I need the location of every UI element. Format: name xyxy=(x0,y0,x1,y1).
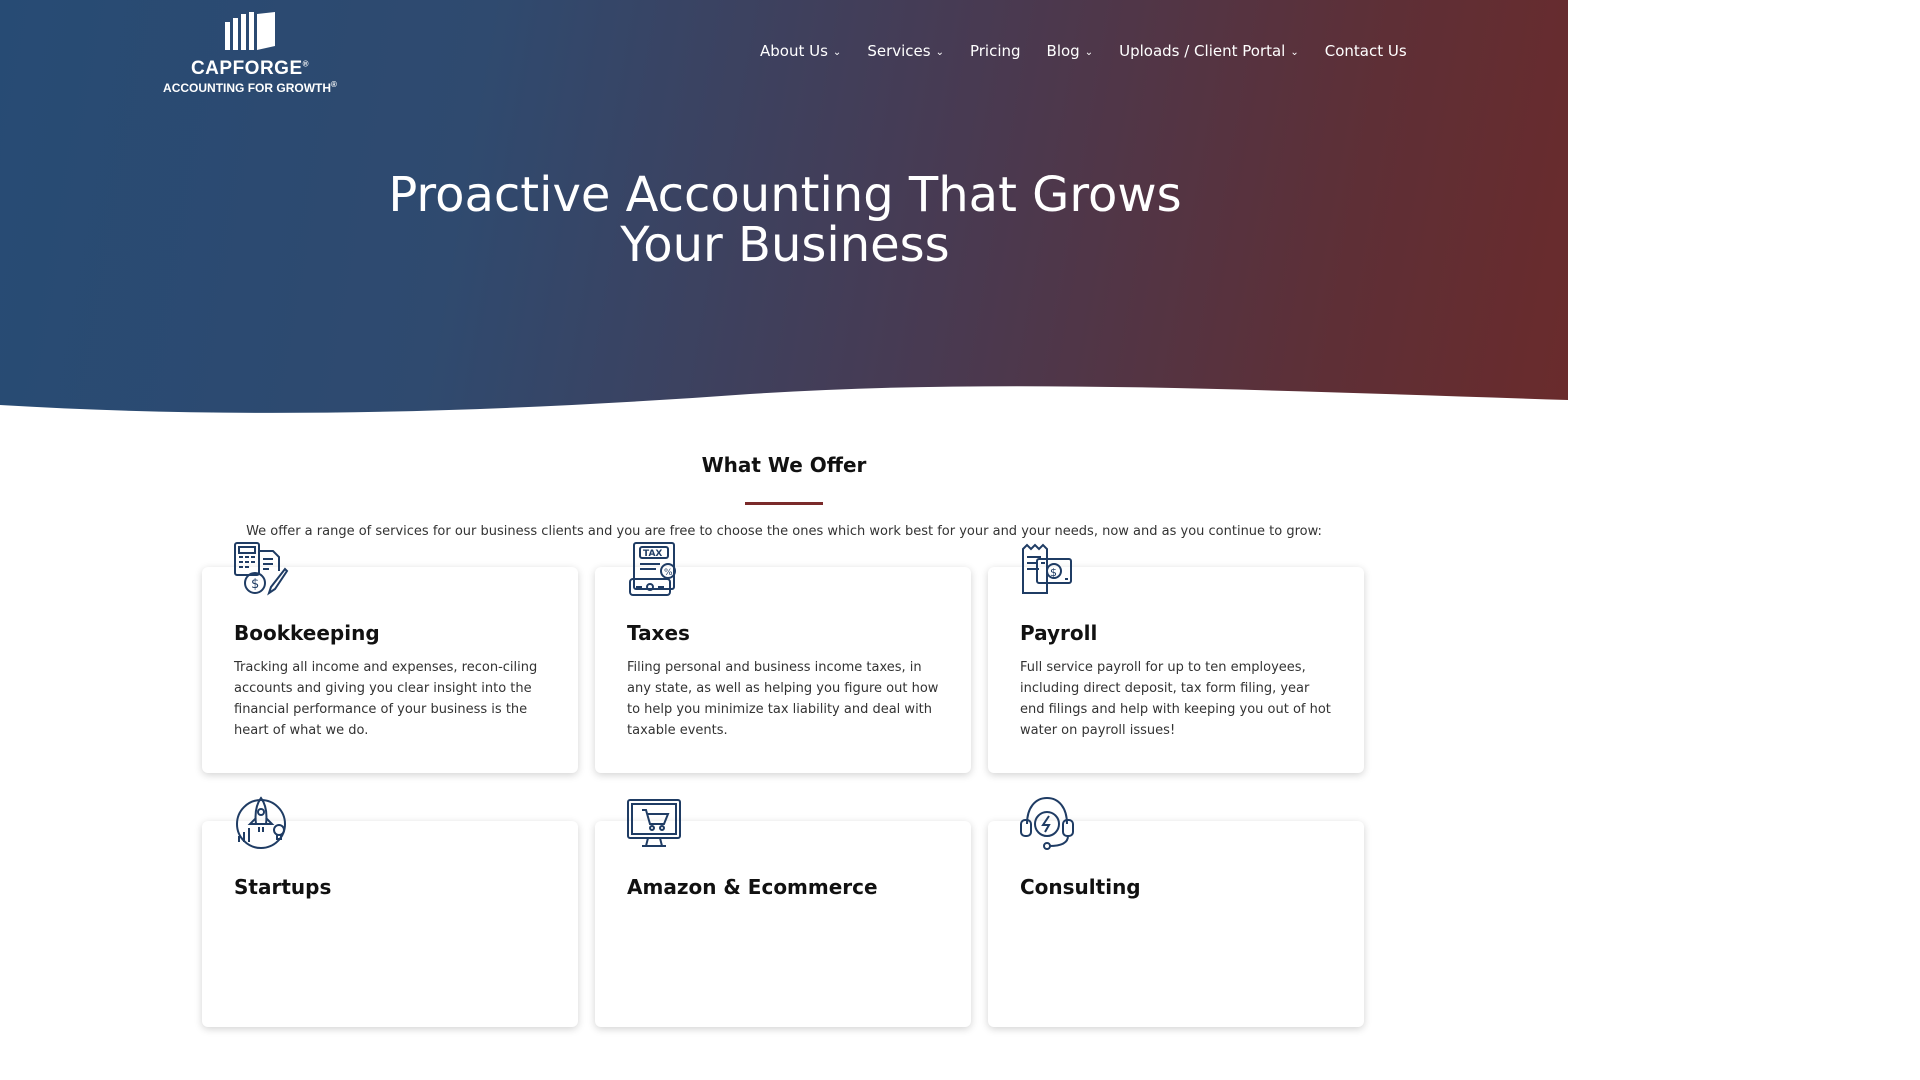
nav-blog[interactable]: Blog ⌄ xyxy=(1047,40,1094,62)
chevron-down-icon: ⌄ xyxy=(935,46,944,58)
logo-tagline: ACCOUNTING FOR GROWTH® xyxy=(163,80,337,95)
card-text: Filing personal and business income taxe… xyxy=(627,660,939,738)
card-title: Amazon & Ecommerce xyxy=(627,875,878,899)
tax-icon: TAX % xyxy=(629,542,676,596)
chevron-down-icon: ⌄ xyxy=(1084,46,1094,58)
svg-text:$: $ xyxy=(251,577,259,592)
card-title: Consulting xyxy=(1020,875,1141,899)
shopping-cart-icon xyxy=(627,799,681,847)
card-title: Startups xyxy=(234,875,332,899)
card-text: Tracking all income and expenses, recon-… xyxy=(234,660,538,738)
card-text: Full service payroll for up to ten emplo… xyxy=(1020,660,1331,738)
card-title: Bookkeeping xyxy=(234,621,380,645)
nav-label: Pricing xyxy=(969,42,1021,60)
section-divider xyxy=(745,502,823,505)
section-title: What We Offer xyxy=(701,453,867,477)
payroll-icon: $ xyxy=(1022,543,1072,594)
svg-text:$: $ xyxy=(1050,566,1057,579)
card-title: Taxes xyxy=(627,621,690,645)
nav-label: Uploads / Client Portal xyxy=(1119,42,1286,60)
service-card-startups[interactable]: Startups xyxy=(202,821,578,1027)
headset-icon xyxy=(1020,796,1074,850)
service-card-taxes[interactable]: Taxes Filing personal and business incom… xyxy=(595,567,971,773)
main-nav: About Us ⌄ Services ⌄ Pricing Blog ⌄ Upload… xyxy=(760,40,1407,62)
nav-label: Services xyxy=(867,42,931,60)
bookkeeping-icon: $ xyxy=(234,542,289,596)
svg-text:TAX: TAX xyxy=(643,549,662,559)
rocket-icon xyxy=(236,796,286,849)
service-card-consulting[interactable]: Consulting xyxy=(988,821,1364,1027)
chevron-down-icon: ⌄ xyxy=(1290,46,1299,58)
card-title: Payroll xyxy=(1020,621,1098,645)
nav-label: About Us xyxy=(760,42,828,60)
nav-label: Blog xyxy=(1046,42,1080,60)
hero-wave-divider xyxy=(0,386,1568,430)
service-card-bookkeeping[interactable]: Bookkeeping Tracking all income and expe… xyxy=(202,567,578,773)
hero-title: Proactive Accounting That Grows Your Bus… xyxy=(300,170,1270,270)
brand-logo[interactable]: CAPFORGE® ACCOUNTING FOR GROWTH® xyxy=(160,10,340,95)
nav-label: Contact Us xyxy=(1324,42,1407,60)
nav-pricing[interactable]: Pricing xyxy=(970,40,1021,62)
nav-services[interactable]: Services ⌄ xyxy=(867,40,944,62)
logo-name: CAPFORGE® xyxy=(190,58,310,79)
section-intro: We offer a range of services for our bus… xyxy=(246,524,1322,539)
service-card-payroll[interactable]: Payroll Full service payroll for up to t… xyxy=(988,567,1364,773)
nav-uploads-client-portal[interactable]: Uploads / Client Portal ⌄ xyxy=(1119,40,1299,62)
logo-bars-icon xyxy=(225,12,275,50)
chevron-down-icon: ⌄ xyxy=(832,46,842,58)
hero-title-line1: Proactive Accounting That Grows xyxy=(388,167,1182,223)
nav-about-us[interactable]: About Us ⌄ xyxy=(760,40,841,62)
svg-text:%: % xyxy=(664,568,673,578)
nav-contact-us[interactable]: Contact Us xyxy=(1325,40,1407,62)
hero-title-line2: Your Business xyxy=(620,217,950,273)
